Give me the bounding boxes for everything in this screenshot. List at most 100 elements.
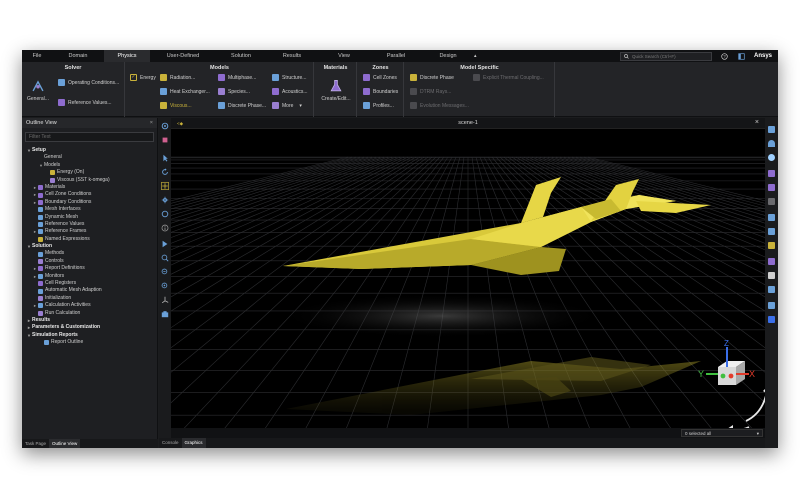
tree-item[interactable]: ▸ Cell Zone Conditions xyxy=(22,191,157,198)
menu-tab-user-defined[interactable]: User-Defined xyxy=(150,50,216,62)
menu-tab-design[interactable]: Design xyxy=(422,50,474,62)
heat-exchanger-button[interactable]: Heat Exchanger... xyxy=(160,88,210,95)
menu-tab-solution[interactable]: Solution xyxy=(216,50,266,62)
contour-icon[interactable] xyxy=(768,140,775,147)
operating-conditions-button[interactable]: Operating Conditions... xyxy=(58,79,119,86)
tree-item[interactable]: Report Outline xyxy=(22,339,157,346)
pan-icon[interactable] xyxy=(161,182,169,190)
menu-tab-physics[interactable]: Physics xyxy=(104,50,150,62)
reference-values-button[interactable]: Reference Values... xyxy=(58,99,112,106)
menu-tab-domain[interactable]: Domain xyxy=(52,50,104,62)
tab-graphics[interactable]: Graphics xyxy=(181,438,206,448)
pathline-icon[interactable] xyxy=(768,170,775,177)
close-icon[interactable]: × xyxy=(755,119,759,126)
scene-canvas[interactable]: Z X Y xyxy=(171,129,765,438)
tree-item[interactable]: Reference Values xyxy=(22,221,157,228)
mesh-icon[interactable] xyxy=(768,198,775,205)
tab-console[interactable]: Console xyxy=(159,438,182,448)
boundaries-button[interactable]: Boundaries xyxy=(363,88,398,95)
species-button[interactable]: Species... xyxy=(218,88,250,95)
probe-icon[interactable] xyxy=(161,240,169,248)
discrete-phase-button[interactable]: Discrete Phase... xyxy=(218,102,266,109)
quick-search-input[interactable]: Quick Search (Ctrl+F) xyxy=(619,51,712,61)
tree-item[interactable]: Cell Registers xyxy=(22,280,157,287)
scene-icon[interactable] xyxy=(768,258,775,265)
tree-item[interactable]: Initialization xyxy=(22,295,157,302)
model-discrete-phase-button[interactable]: Discrete Phase xyxy=(410,74,454,81)
tree-item[interactable]: ▸ Materials xyxy=(22,184,157,191)
pointer-icon[interactable] xyxy=(161,154,169,162)
tree-item[interactable]: ▸ Calculation Activities xyxy=(22,302,157,309)
tree-item[interactable]: ▸ Report Definitions xyxy=(22,265,157,272)
axes-icon[interactable] xyxy=(161,296,169,304)
zoom-circle-icon[interactable] xyxy=(161,210,169,218)
iso-surface-icon[interactable] xyxy=(768,228,775,235)
rotate-icon[interactable] xyxy=(161,168,169,176)
evolution-messages-button[interactable]: Evolution Messages... xyxy=(410,102,469,109)
graphics-viewport[interactable]: <◆ scene-1 × Z X Y 0 selected all ▾ xyxy=(171,118,765,438)
menu-tab-results[interactable]: Results xyxy=(266,50,318,62)
dtrm-rays-button[interactable]: DTRM Rays... xyxy=(410,88,451,95)
tree-item[interactable]: Methods xyxy=(22,250,157,257)
tree-item[interactable]: Controls xyxy=(22,258,157,265)
zoom-in-icon[interactable] xyxy=(161,254,169,262)
general-button[interactable]: General... xyxy=(27,79,49,102)
help-icon[interactable]: ? xyxy=(720,52,729,61)
rotate-arrow-icon[interactable] xyxy=(745,391,765,422)
zoom-box-icon[interactable] xyxy=(161,196,169,204)
camera-icon[interactable] xyxy=(161,310,169,318)
tree-item[interactable]: ▸ Parameters & Customization xyxy=(22,324,157,331)
transform-icon[interactable] xyxy=(768,242,775,249)
tree-item[interactable]: ▸ Monitors xyxy=(22,273,157,280)
tree-item[interactable]: ▾ Simulation Reports xyxy=(22,332,157,339)
tree-item[interactable]: Viscous (SST k-omega) xyxy=(22,177,157,184)
collapse-ribbon-icon[interactable]: ▴ xyxy=(474,53,482,59)
tab-task-page[interactable]: Task Page xyxy=(22,439,49,448)
cell-zones-button[interactable]: Cell Zones xyxy=(363,74,397,81)
properties-icon[interactable] xyxy=(768,272,775,279)
energy-toggle[interactable]: ✓ Energy xyxy=(130,74,156,81)
acoustics-button[interactable]: Acoustics... xyxy=(272,88,308,95)
menu-tab-file[interactable]: File xyxy=(22,50,52,62)
display-icon[interactable] xyxy=(768,126,775,133)
profiles-button[interactable]: Profiles... xyxy=(363,102,394,109)
viscous-button[interactable]: Viscous... xyxy=(160,102,192,109)
tree-item[interactable]: Run Calculation xyxy=(22,310,157,317)
report-icon[interactable] xyxy=(768,286,775,293)
layout-icon[interactable] xyxy=(737,52,746,61)
info-icon[interactable] xyxy=(161,224,169,232)
selection-dropdown[interactable]: 0 selected all ▾ xyxy=(681,429,763,437)
filter-text-input[interactable]: Filter Text xyxy=(25,132,154,142)
vector-icon[interactable] xyxy=(768,154,775,161)
tree-item[interactable]: Energy (On) xyxy=(22,169,157,176)
tree-item[interactable]: Mesh Interfaces xyxy=(22,206,157,213)
zoom-fit-icon[interactable] xyxy=(161,282,169,290)
menu-tab-view[interactable]: View xyxy=(318,50,370,62)
multiphase-button[interactable]: Multiphase... xyxy=(218,74,256,81)
zoom-out-icon[interactable] xyxy=(161,268,169,276)
create-edit-materials-button[interactable]: Create/Edit... xyxy=(318,79,354,102)
tree-item[interactable]: Named Expressions xyxy=(22,236,157,243)
tree-item[interactable]: General xyxy=(22,154,157,161)
tree-item[interactable]: Dynamic Mesh xyxy=(22,214,157,221)
fit-view-icon[interactable] xyxy=(161,136,169,144)
particle-track-icon[interactable] xyxy=(768,184,775,191)
animation-icon[interactable] xyxy=(768,302,775,309)
tree-item[interactable]: ▸ Boundary Conditions xyxy=(22,199,157,206)
tree-item[interactable]: ▸ Results xyxy=(22,317,157,324)
explicit-thermal-coupling-button[interactable]: Explicit Thermal Coupling... xyxy=(473,74,544,81)
view-icon[interactable] xyxy=(768,316,775,323)
orbit-icon[interactable] xyxy=(161,122,169,130)
tree-item[interactable]: Automatic Mesh Adaption xyxy=(22,287,157,294)
structure-button[interactable]: Structure... xyxy=(272,74,306,81)
tree-item[interactable]: ▾ Solution xyxy=(22,243,157,250)
more-models-button[interactable]: More ▾ xyxy=(272,102,302,109)
close-icon[interactable]: × xyxy=(150,118,153,128)
tab-outline-view[interactable]: Outline View xyxy=(49,439,81,448)
radiation-button[interactable]: Radiation... xyxy=(160,74,195,81)
plane-icon[interactable] xyxy=(768,214,775,221)
tree-item[interactable]: ▾ Models xyxy=(22,162,157,169)
menu-tab-parallel[interactable]: Parallel xyxy=(370,50,422,62)
tree-item[interactable]: ▾ Setup xyxy=(22,147,157,154)
tree-item[interactable]: ▸ Reference Frames xyxy=(22,228,157,235)
